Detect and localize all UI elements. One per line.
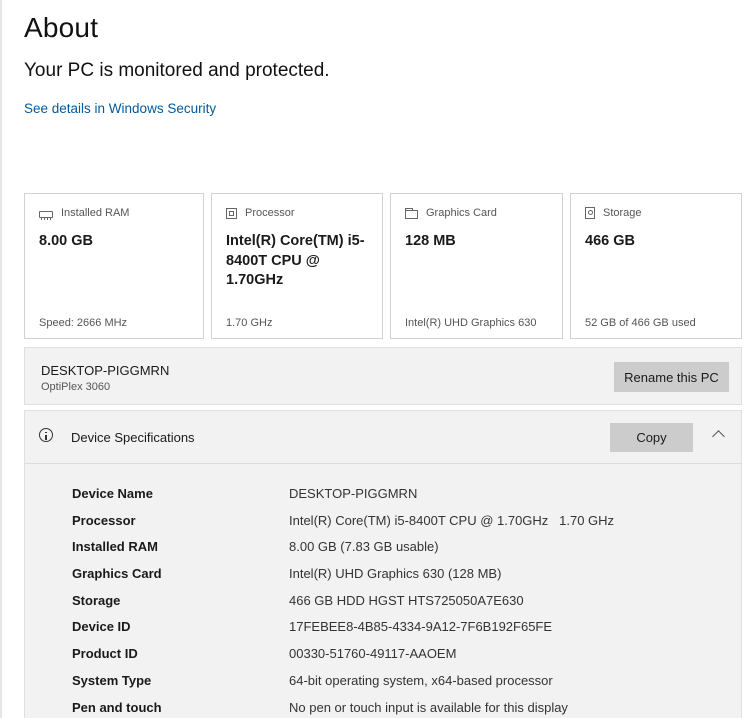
spec-label: Processor [72,512,136,528]
spec-value: 8.00 GB (7.83 GB usable) [289,539,439,555]
spec-value: 00330-51760-49117-AAOEM [289,646,457,662]
spec-label: System Type [72,672,152,688]
spec-label: Product ID [72,646,138,662]
spec-row-device-name: Device Name DESKTOP-PIGGMRN [25,483,741,510]
spec-row-processor: Processor Intel(R) Core(TM) i5-8400T CPU… [25,510,741,537]
graphics-card-card: Graphics Card 128 MB Intel(R) UHD Graphi… [390,193,563,339]
copy-button[interactable]: Copy [610,423,693,452]
spec-value: 17FEBEE8-4B85-4334-9A12-7F6B192F65FE [289,619,553,635]
graphics-card-icon [405,207,418,219]
page-title: About [24,12,99,43]
device-specifications-header[interactable]: Device Specifications Copy [25,411,741,464]
spec-value: Intel(R) UHD Graphics 630 (128 MB) [289,566,502,582]
spec-row-pen-and-touch: Pen and touch No pen or touch input is a… [25,697,741,718]
card-label: Graphics Card [426,207,497,219]
card-value: 8.00 GB [39,233,93,249]
card-label: Processor [245,207,295,219]
memory-icon [39,210,53,220]
card-header: Storage [585,207,642,219]
spec-label: Pen and touch [72,699,162,715]
device-specifications-title: Device Specifications [71,430,195,445]
spec-label: Storage [72,592,121,608]
card-subtext: Intel(R) UHD Graphics 630 [405,317,537,329]
window-left-border [0,0,2,718]
spec-value: Intel(R) Core(TM) i5-8400T CPU @ 1.70GHz… [289,512,615,528]
card-subtext: 52 GB of 466 GB used [585,317,696,329]
card-header: Graphics Card [405,207,497,219]
spec-label: Graphics Card [72,566,162,582]
processor-icon [226,207,237,219]
about-page: About Your PC is monitored and protected… [0,0,750,718]
device-specifications-panel: Device Specifications Copy Device Name D… [24,410,742,718]
processor-card: Processor Intel(R) Core(TM) i5-8400T CPU… [211,193,383,339]
spec-list: Device Name DESKTOP-PIGGMRN Processor In… [25,483,741,718]
pc-model: OptiPlex 3060 [41,381,111,393]
spec-row-installed-ram: Installed RAM 8.00 GB (7.83 GB usable) [25,536,741,563]
card-subtext: 1.70 GHz [226,317,273,329]
card-header: Processor [226,207,295,219]
card-value: 466 GB [585,233,635,249]
card-value: 128 MB [405,233,456,249]
spec-value: 64-bit operating system, x64-based proce… [289,672,553,688]
pc-name-panel: DESKTOP-PIGGMRN OptiPlex 3060 Rename thi… [24,347,742,405]
card-value: Intel(R) Core(TM) i5-8400T CPU @ 1.70GHz [226,233,365,288]
spec-value: DESKTOP-PIGGMRN [289,486,418,501]
protection-status: Your PC is monitored and protected. [24,60,330,81]
rename-pc-button[interactable]: Rename this PC [614,362,729,392]
spec-row-device-id: Device ID 17FEBEE8-4B85-4334-9A12-7F6B19… [25,616,741,643]
spec-row-graphics-card: Graphics Card Intel(R) UHD Graphics 630 … [25,563,741,590]
spec-label: Device Name [72,486,153,501]
card-label: Storage [603,207,642,219]
storage-icon [585,207,595,219]
card-subtext: Speed: 2666 MHz [39,317,128,329]
spec-value: No pen or touch input is available for t… [289,699,568,715]
installed-ram-card: Installed RAM 8.00 GB Speed: 2666 MHz [24,193,204,339]
chevron-up-icon[interactable] [712,430,725,443]
spec-row-storage: Storage 466 GB HDD HGST HTS725050A7E630 [25,590,741,617]
spec-row-system-type: System Type 64-bit operating system, x64… [25,670,741,697]
storage-card: Storage 466 GB 52 GB of 466 GB used [570,193,742,339]
card-header: Installed RAM [39,207,130,220]
spec-label: Device ID [72,619,131,635]
card-label: Installed RAM [61,207,130,219]
spec-label: Installed RAM [72,539,158,555]
windows-security-link[interactable]: See details in Windows Security [24,101,216,116]
info-icon [39,428,53,442]
spec-row-product-id: Product ID 00330-51760-49117-AAOEM [25,643,741,670]
spec-value: 466 GB HDD HGST HTS725050A7E630 [289,592,524,608]
pc-name: DESKTOP-PIGGMRN [41,363,170,378]
